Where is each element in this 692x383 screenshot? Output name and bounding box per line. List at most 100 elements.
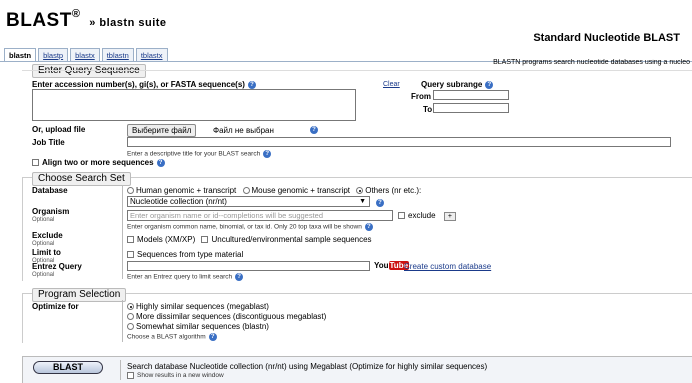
program-legend-text: Program Selection [38,289,121,300]
organism-input[interactable]: Enter organism name or id--completions w… [127,210,393,221]
search-set-legend: Choose Search Set [32,172,131,186]
exclude-options: Models (XM/XP) Uncultured/environmental … [127,235,372,244]
organism-label: Organism [32,207,70,216]
organism-hint-text: Enter organism common name, binomial, or… [127,223,362,231]
page-root: { "header":{"title":"BLAST","reg":"®","s… [0,0,692,383]
entrez-hint: Enter an Entrez query to limit search? [127,273,244,281]
suite-breadcrumb: » blastn suite [89,17,166,29]
choose-algo-text: Choose a BLAST algorithm [127,333,206,341]
exclude-models-checkbox[interactable] [127,236,134,244]
database-select[interactable]: Nucleotide collection (nr/nt) ▼ [127,196,370,207]
tab-tblastx[interactable]: tblastx [135,48,168,62]
job-title-input[interactable] [127,137,671,147]
align-two-checkbox[interactable] [32,159,39,167]
query-top-line [22,70,692,71]
help-icon[interactable]: ? [235,273,244,281]
accession-label-text: Enter accession number(s), gi(s), or FAS… [32,80,245,89]
create-custom-database-link[interactable]: Create custom database [404,262,491,271]
entrez-input[interactable] [127,261,370,271]
optimize-label: Optimize for [32,302,79,311]
youtube-you-text: You [374,261,389,270]
blast-submit-label: BLAST [53,362,83,372]
exclude-uncultured-checkbox[interactable] [201,236,209,244]
db-option-others: Others (nr etc.): [365,186,422,195]
tab-blastn[interactable]: blastn [4,48,37,62]
align-two-row: Align two or more sequences? [32,158,165,167]
db-radio-human[interactable] [127,187,134,195]
app-title: BLAST® » blastn suite [6,8,167,32]
help-icon[interactable]: ? [263,150,272,158]
db-radio-mouse[interactable] [242,187,250,195]
tab-tblastn[interactable]: tblastn [101,48,134,62]
help-icon[interactable]: ? [310,126,318,134]
choose-algo-hint: Choose a BLAST algorithm? [127,333,217,341]
program-tabs: blastn blastp blastx tblastn tblastx [4,48,168,62]
to-label: To [423,105,433,114]
job-title-hint-text: Enter a descriptive title for your BLAST… [127,150,261,158]
program-column-divider [122,300,123,342]
organism-placeholder: Enter organism name or id--completions w… [130,211,324,220]
database-radios: Human genomic + transcript Mouse genomic… [127,186,421,195]
algo-option-megablast: Highly similar sequences (megablast) [127,302,269,311]
algo-option-dc-megablast: More dissimilar sequences (discontiguous… [127,312,326,321]
blastn-label: Somewhat similar sequences (blastn) [136,322,269,331]
database-label: Database [32,186,68,195]
entrez-label-block: Entrez Query Optional [32,263,82,279]
exclude-models-label: Models (XM/XP) [137,235,196,244]
organism-optional: Optional [32,217,55,223]
from-input[interactable] [433,90,509,100]
exclude-label-block: Exclude Optional [32,232,63,248]
entrez-label: Entrez Query [32,262,82,271]
help-icon[interactable]: ? [485,80,494,89]
help-icon[interactable]: ? [156,158,165,167]
new-window-label: Show results in a new window [137,372,224,380]
help-icon[interactable]: ? [247,80,256,89]
add-organism-button[interactable]: + [443,212,456,221]
megablast-radio[interactable] [127,303,134,311]
clear-link[interactable]: Clear [383,81,400,88]
subrange-label-text: Query subrange [421,80,483,89]
entrez-optional: Optional [32,272,55,278]
align-two-label: Align two or more sequences [42,158,154,167]
upload-label: Or, upload file [32,125,86,134]
database-select-value: Nucleotide collection (nr/nt) [130,197,227,206]
program-legend: Program Selection [32,288,127,302]
algo-option-blastn: Somewhat similar sequences (blastn) [127,322,269,331]
from-label: From [411,92,431,101]
blast-submit-button[interactable]: BLAST [33,361,103,374]
query-sequence-textarea[interactable] [32,89,356,121]
tab-blastx[interactable]: blastx [70,48,100,62]
blastn-radio[interactable] [127,323,134,331]
chevron-down-icon: ▼ [359,198,366,205]
choose-file-button[interactable]: Выберите файл [127,124,197,137]
footer-divider [120,360,121,380]
new-window-checkbox[interactable] [127,372,134,379]
megablast-label: Highly similar sequences (megablast) [136,302,269,311]
help-icon[interactable]: ? [376,199,384,207]
search-summary: Search database Nucleotide collection (n… [127,362,488,371]
organism-exclude: exclude + [398,211,456,221]
to-input[interactable] [433,103,509,113]
help-icon[interactable]: ? [208,333,217,341]
search-set-column-divider [122,185,123,279]
db-option-mouse: Mouse genomic + transcript [251,186,351,195]
db-radio-others[interactable] [356,187,364,195]
organism-hint: Enter organism common name, binomial, or… [127,223,373,231]
no-file-text: Файл не выбран [213,126,274,135]
organism-exclude-checkbox[interactable] [398,212,405,220]
limit-type-checkbox[interactable] [127,251,134,259]
help-icon[interactable]: ? [364,223,373,231]
dc-megablast-label: More dissimilar sequences (discontiguous… [136,312,327,321]
organism-exclude-label: exclude [408,211,436,220]
exclude-label: Exclude [32,231,63,240]
breadcrumb-separator: » [89,17,96,29]
subrange-label: Query subrange? [421,80,494,89]
registered-mark: ® [71,8,81,20]
job-title-hint: Enter a descriptive title for your BLAST… [127,150,272,158]
exclude-optional: Optional [32,241,55,247]
limit-type-label: Sequences from type material [137,250,244,259]
db-option-human: Human genomic + transcript [136,186,237,195]
tab-blastp[interactable]: blastp [38,48,69,62]
dc-megablast-radio[interactable] [127,313,134,321]
new-window-option: Show results in a new window [127,372,224,379]
